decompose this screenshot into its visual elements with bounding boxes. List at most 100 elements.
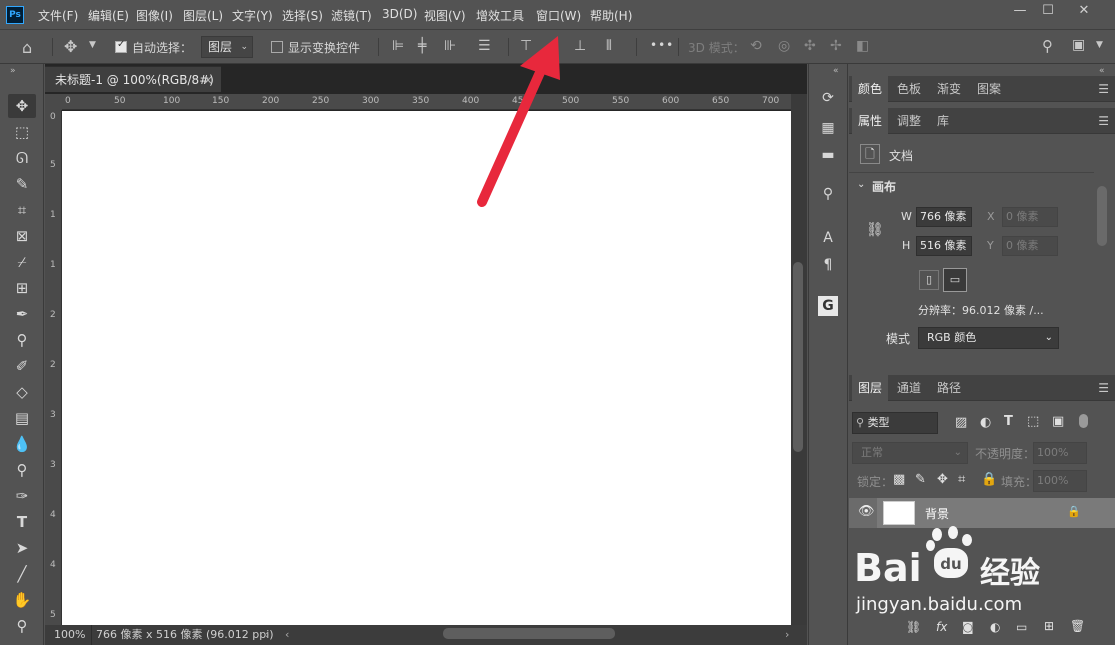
tab-properties[interactable]: 属性 bbox=[852, 108, 889, 134]
landscape-icon[interactable]: ▭ bbox=[943, 268, 967, 292]
clone-source-icon[interactable]: ⚲ bbox=[818, 184, 838, 204]
auto-select-checkbox[interactable] bbox=[115, 39, 127, 53]
lock-paint-icon[interactable]: ✎ bbox=[915, 472, 926, 487]
search-icon[interactable]: ⚲ bbox=[1042, 37, 1053, 55]
document-tab[interactable]: 未标题-1 @ 100%(RGB/8#) × bbox=[45, 66, 221, 92]
menu-help[interactable]: 帮助(H) bbox=[590, 7, 632, 24]
line-tool[interactable]: ╱ bbox=[8, 562, 36, 586]
3d-orbit-icon[interactable]: ⟲ bbox=[750, 38, 762, 54]
move-tool-icon[interactable]: ✥ bbox=[64, 37, 77, 56]
mask-icon[interactable]: ◙ bbox=[962, 620, 974, 634]
group-folder-icon[interactable]: ▭ bbox=[1016, 620, 1027, 634]
move-tool[interactable]: ✥ bbox=[8, 94, 36, 118]
show-transform-checkbox[interactable] bbox=[271, 41, 283, 53]
brushes-icon[interactable]: ▦ bbox=[818, 118, 838, 138]
horizontal-ruler[interactable]: 0 50 100 150 200 250 300 350 400 450 500… bbox=[62, 94, 792, 110]
menu-edit[interactable]: 编辑(E) bbox=[88, 7, 129, 24]
menu-plugins[interactable]: 增效工具 bbox=[476, 7, 524, 24]
align-center-icon[interactable]: ╪ bbox=[418, 38, 426, 54]
lock-position-icon[interactable]: ✥ bbox=[937, 472, 948, 487]
align-left-icon[interactable]: ⊫ bbox=[392, 38, 404, 54]
history-icon[interactable]: ⟳ bbox=[818, 88, 838, 108]
filter-pixel-icon[interactable]: ▨ bbox=[955, 415, 967, 430]
tab-color[interactable]: 颜色 bbox=[852, 76, 889, 102]
collapse-icon[interactable]: » bbox=[10, 66, 16, 76]
chevron-right-icon[interactable]: › bbox=[265, 625, 269, 645]
fx-icon[interactable]: fx bbox=[936, 620, 947, 634]
panel-menu-icon[interactable]: ☰ bbox=[1098, 381, 1109, 395]
properties-scrollbar[interactable] bbox=[1097, 186, 1107, 246]
width-input[interactable]: 766 像素 bbox=[916, 207, 972, 227]
menu-file[interactable]: 文件(F) bbox=[38, 7, 78, 24]
chevron-down-icon[interactable]: ▼ bbox=[89, 40, 96, 50]
chevron-left-icon[interactable]: ‹ bbox=[285, 625, 289, 645]
crop-tool[interactable]: ⌗ bbox=[8, 198, 36, 222]
fill-input[interactable]: 100% bbox=[1033, 470, 1087, 492]
expand-icon[interactable]: « bbox=[833, 66, 839, 76]
lock-all-icon[interactable]: 🔒 bbox=[981, 472, 997, 487]
tab-patterns[interactable]: 图案 bbox=[971, 76, 1007, 102]
menu-filter[interactable]: 滤镜(T) bbox=[331, 7, 372, 24]
panel-menu-icon[interactable]: ☰ bbox=[1098, 114, 1109, 128]
x-input[interactable]: 0 像素 bbox=[1002, 207, 1058, 227]
home-icon[interactable]: ⌂ bbox=[22, 38, 32, 57]
glyphs-icon[interactable]: G bbox=[818, 296, 838, 316]
path-select-tool[interactable]: ➤ bbox=[8, 536, 36, 560]
marquee-tool[interactable]: ⬚ bbox=[8, 120, 36, 144]
link-icon[interactable]: ⛓ bbox=[866, 222, 884, 238]
quick-select-tool[interactable]: ✎ bbox=[8, 172, 36, 196]
frame-tool[interactable]: ⊠ bbox=[8, 224, 36, 248]
maximize-button[interactable]: ☐ bbox=[1032, 0, 1064, 22]
menu-view[interactable]: 视图(V) bbox=[424, 7, 466, 24]
pen-tool[interactable]: ✑ bbox=[8, 484, 36, 508]
filter-shape-icon[interactable]: ⬚ bbox=[1027, 414, 1039, 429]
paragraph-icon[interactable]: ¶ bbox=[818, 255, 838, 275]
filter-smart-icon[interactable]: ▣ bbox=[1052, 414, 1064, 429]
comments-icon[interactable]: ▬ bbox=[818, 145, 838, 165]
menu-type[interactable]: 文字(Y) bbox=[232, 7, 273, 24]
hand-tool[interactable]: ✋ bbox=[8, 588, 36, 612]
character-icon[interactable]: A bbox=[818, 228, 838, 248]
tab-channels[interactable]: 通道 bbox=[891, 375, 927, 401]
tab-paths[interactable]: 路径 bbox=[931, 375, 967, 401]
link-layers-icon[interactable]: ⛓ bbox=[906, 620, 921, 634]
vertical-ruler[interactable]: 0 5 1 1 2 2 3 3 4 4 5 bbox=[45, 110, 62, 625]
distribute-h-icon[interactable]: ⫴ bbox=[606, 38, 612, 54]
lock-pixels-icon[interactable]: ▩ bbox=[893, 472, 905, 487]
chevron-right-icon[interactable]: › bbox=[785, 625, 789, 645]
dodge-tool[interactable]: ⚲ bbox=[8, 458, 36, 482]
menu-window[interactable]: 窗口(W) bbox=[536, 7, 581, 24]
filter-adjustment-icon[interactable]: ◐ bbox=[980, 415, 991, 430]
opacity-input[interactable]: 100% bbox=[1033, 442, 1087, 464]
eraser-tool[interactable]: ◇ bbox=[8, 380, 36, 404]
filter-type-icon[interactable]: T bbox=[1004, 414, 1013, 429]
3d-pan-icon[interactable]: ✣ bbox=[804, 38, 816, 54]
horizontal-scroll-thumb[interactable] bbox=[443, 628, 615, 639]
delete-layer-icon[interactable]: 🗑 bbox=[1070, 619, 1085, 633]
y-input[interactable]: 0 像素 bbox=[1002, 236, 1058, 256]
tab-adjustments[interactable]: 调整 bbox=[891, 108, 927, 134]
portrait-icon[interactable]: ▯ bbox=[919, 270, 939, 290]
height-input[interactable]: 516 像素 bbox=[916, 236, 972, 256]
panel-menu-icon[interactable]: ☰ bbox=[1098, 82, 1109, 96]
type-tool[interactable]: T bbox=[8, 510, 36, 534]
align-right-icon[interactable]: ⊪ bbox=[444, 38, 456, 54]
history-brush-tool[interactable]: ✐ bbox=[8, 354, 36, 378]
3d-slide-icon[interactable]: ✢ bbox=[830, 38, 842, 54]
close-tab-icon[interactable]: × bbox=[203, 67, 213, 93]
new-layer-icon[interactable]: ⊞ bbox=[1044, 619, 1054, 633]
mode-dropdown[interactable]: RGB 颜色 ⌄ bbox=[918, 327, 1059, 349]
menu-select[interactable]: 选择(S) bbox=[282, 7, 323, 24]
lasso-tool[interactable]: ᘏ bbox=[8, 146, 36, 170]
vertical-scroll-thumb[interactable] bbox=[793, 262, 803, 452]
menu-image[interactable]: 图像(I) bbox=[136, 7, 173, 24]
3d-camera-icon[interactable]: ◧ bbox=[856, 38, 869, 54]
workspace-icon[interactable]: ▣ bbox=[1072, 37, 1085, 53]
chevron-down-icon[interactable]: ⌄ bbox=[857, 179, 865, 190]
tab-gradients[interactable]: 渐变 bbox=[931, 76, 967, 102]
canvas[interactable] bbox=[62, 111, 791, 625]
tab-swatches[interactable]: 色板 bbox=[891, 76, 927, 102]
adjustment-layer-icon[interactable]: ◐ bbox=[990, 620, 1000, 634]
gradient-tool[interactable]: ▤ bbox=[8, 406, 36, 430]
more-options-button[interactable]: ••• bbox=[650, 38, 674, 52]
